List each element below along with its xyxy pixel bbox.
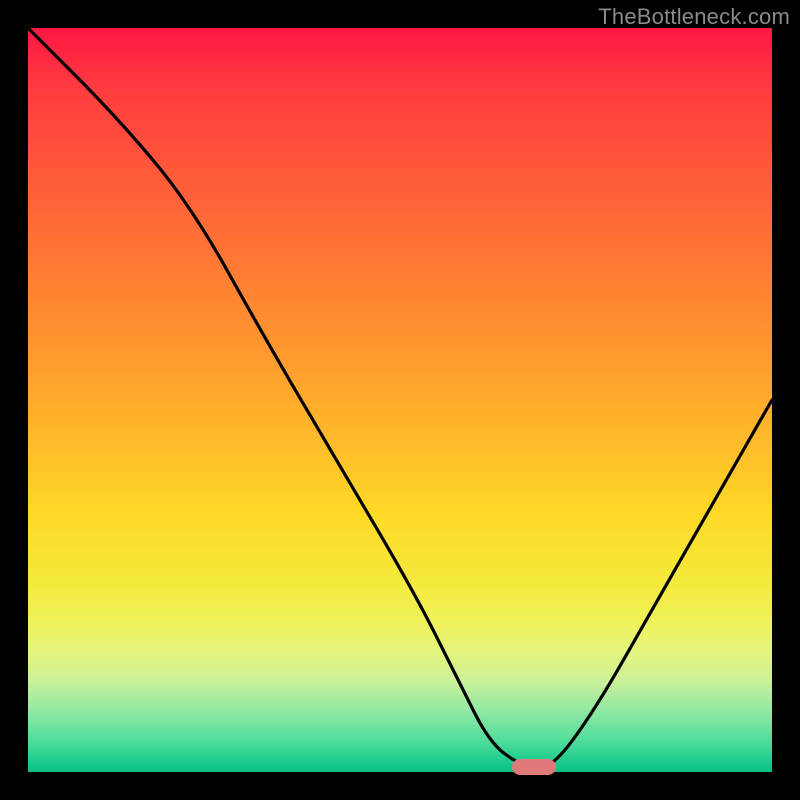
bottleneck-curve	[28, 28, 772, 772]
optimum-marker	[512, 759, 556, 775]
chart-frame: TheBottleneck.com	[0, 0, 800, 800]
watermark-text: TheBottleneck.com	[598, 4, 790, 30]
plot-area	[28, 28, 772, 772]
